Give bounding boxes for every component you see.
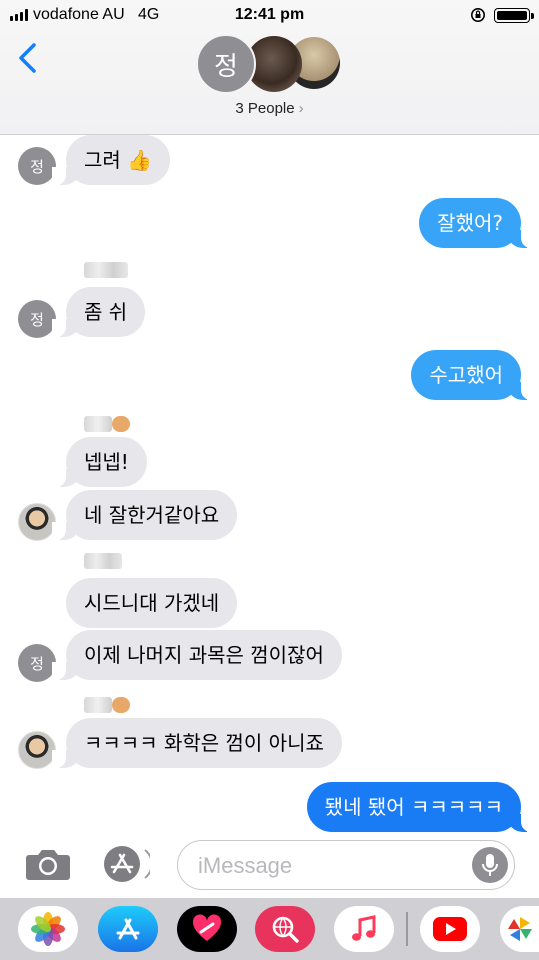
rotation-lock-icon (471, 8, 485, 22)
imessage-input[interactable]: iMessage (177, 840, 515, 890)
incoming-message[interactable]: 이제 나머지 과목은 껌이잖어 (52, 630, 342, 680)
conversation-header: vodafone AU 4G 12:41 pm 정 3 People › (0, 0, 539, 135)
people-count-link[interactable]: 3 People › (0, 100, 539, 117)
digital-touch-icon[interactable] (177, 906, 237, 952)
chevron-right-icon: › (298, 100, 304, 117)
outgoing-message[interactable]: 됐네 됐어 ㅋㅋㅋㅋㅋ (306, 782, 536, 832)
incoming-message[interactable]: 좀 쉬 (51, 287, 146, 337)
sender-name-redacted (84, 262, 130, 278)
message-input-bar: iMessage (0, 832, 539, 898)
incoming-message[interactable]: 그려 👍 (51, 135, 171, 185)
incoming-message[interactable]: 시드니대 가겠네 (66, 578, 238, 628)
sender-avatar-photo[interactable] (18, 731, 56, 769)
group-avatars[interactable]: 정 (196, 34, 346, 94)
incoming-message[interactable]: 네 잘한거같아요 (51, 490, 238, 540)
sender-avatar-photo[interactable] (18, 503, 56, 541)
status-time: 12:41 pm (234, 6, 305, 23)
camera-icon[interactable] (25, 846, 71, 882)
status-bar: vodafone AU 4G 12:41 pm (0, 0, 539, 30)
battery-icon (494, 8, 534, 23)
sender-avatar[interactable]: 정 (18, 300, 56, 338)
photos-icon[interactable] (18, 906, 78, 952)
sender-name-redacted (84, 697, 134, 713)
microphone-icon[interactable] (472, 847, 508, 883)
app-drawer (0, 898, 539, 960)
incoming-message[interactable]: ㅋㅋㅋㅋ 화학은 껌이 아니죠 (52, 718, 342, 768)
sender-avatar[interactable]: 정 (18, 644, 56, 682)
back-chevron-icon[interactable] (16, 42, 40, 74)
group-avatar-initial: 정 (196, 34, 256, 94)
sender-name-redacted (84, 416, 134, 432)
pinwheel-icon[interactable] (500, 906, 539, 952)
music-icon[interactable] (334, 906, 394, 952)
outgoing-message[interactable]: 수고했어 (411, 350, 535, 400)
app-store-icon[interactable] (100, 844, 150, 884)
incoming-message[interactable]: 넵넵! (52, 437, 147, 487)
sender-name-redacted (84, 553, 124, 569)
youtube-icon[interactable] (420, 906, 480, 952)
sender-avatar[interactable]: 정 (18, 147, 56, 185)
outgoing-message[interactable]: 잘했어? (419, 198, 535, 248)
input-placeholder: iMessage (198, 853, 293, 878)
drawer-divider (406, 912, 408, 946)
app-store-icon[interactable] (98, 906, 158, 952)
web-search-icon[interactable] (255, 906, 315, 952)
